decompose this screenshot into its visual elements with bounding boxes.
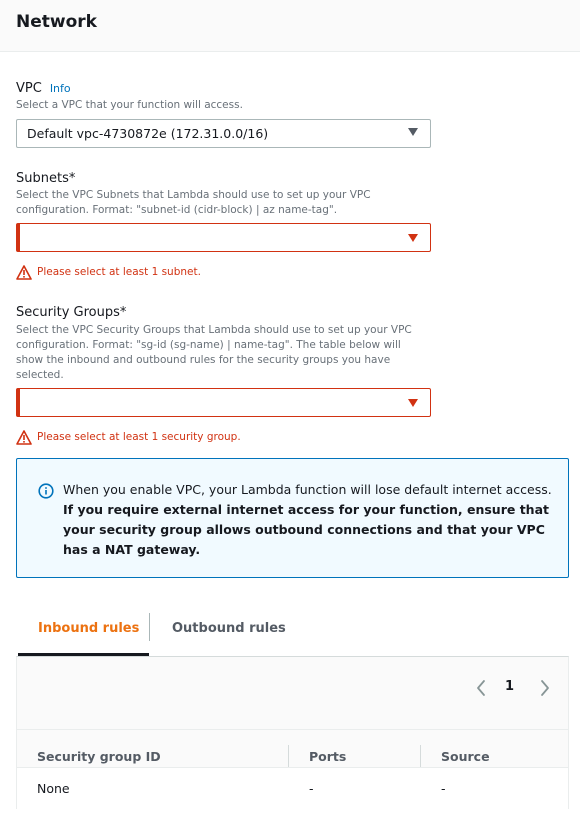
vpc-label-row: VPC Info	[16, 81, 71, 96]
warning-icon	[16, 430, 32, 445]
caret-down-icon	[408, 234, 418, 242]
subnets-label: Subnets*	[16, 171, 76, 186]
vpc-info-alert: When you enable VPC, your Lambda functio…	[16, 458, 569, 578]
subnets-select[interactable]	[16, 223, 431, 252]
alert-text-plain: When you enable VPC, your Lambda functio…	[63, 482, 552, 497]
table-row: None - -	[17, 767, 568, 809]
warning-icon	[16, 265, 32, 280]
subnets-error: Please select at least 1 subnet.	[16, 265, 316, 281]
caret-down-icon	[408, 128, 418, 136]
column-divider	[420, 745, 421, 769]
page-number[interactable]: 1	[505, 679, 514, 694]
tab-inbound-rules-label: Inbound rules	[38, 621, 140, 636]
column-header-source[interactable]: Source	[441, 749, 490, 764]
rules-table: 1 Security group ID Ports Source None - …	[16, 656, 569, 809]
vpc-info-link[interactable]: Info	[50, 82, 71, 95]
column-header-ports[interactable]: Ports	[309, 749, 346, 764]
cell-source: -	[441, 781, 446, 796]
rules-tabs: Inbound rules Outbound rules	[16, 610, 569, 656]
cell-ports: -	[309, 781, 314, 796]
tab-outbound-rules[interactable]: Outbound rules	[150, 610, 300, 656]
column-header-security-group-id[interactable]: Security group ID	[37, 749, 161, 764]
subnets-description: Select the VPC Subnets that Lambda shoul…	[16, 189, 371, 216]
security-groups-error-text: Please select at least 1 security group.	[37, 431, 241, 443]
table-header: Security group ID Ports Source	[17, 729, 568, 769]
column-divider	[288, 745, 289, 769]
security-groups-error: Please select at least 1 security group.	[16, 430, 316, 446]
info-icon	[38, 483, 54, 499]
alert-text-bold: If you require external internet access …	[63, 502, 549, 557]
vpc-select[interactable]: Default vpc-4730872e (172.31.0.0/16)	[16, 119, 431, 148]
caret-down-icon	[408, 399, 418, 407]
subnets-error-text: Please select at least 1 subnet.	[37, 266, 201, 278]
cell-security-group-id: None	[37, 781, 70, 796]
tab-inbound-rules[interactable]: Inbound rules	[18, 610, 149, 656]
security-groups-label: Security Groups*	[16, 305, 127, 320]
vpc-label: VPC	[16, 81, 42, 96]
alert-text: When you enable VPC, your Lambda functio…	[63, 480, 553, 560]
chevron-left-icon[interactable]	[474, 679, 488, 697]
chevron-right-icon[interactable]	[538, 679, 552, 697]
tab-outbound-rules-label: Outbound rules	[172, 621, 286, 636]
vpc-description: Select a VPC that your function will acc…	[16, 99, 243, 111]
vpc-select-value: Default vpc-4730872e (172.31.0.0/16)	[27, 126, 269, 141]
pagination: 1	[472, 677, 552, 699]
section-header: Network	[0, 0, 580, 52]
security-groups-select[interactable]	[16, 388, 431, 417]
section-title: Network	[16, 12, 97, 32]
security-groups-description: Select the VPC Security Groups that Lamb…	[16, 324, 412, 381]
